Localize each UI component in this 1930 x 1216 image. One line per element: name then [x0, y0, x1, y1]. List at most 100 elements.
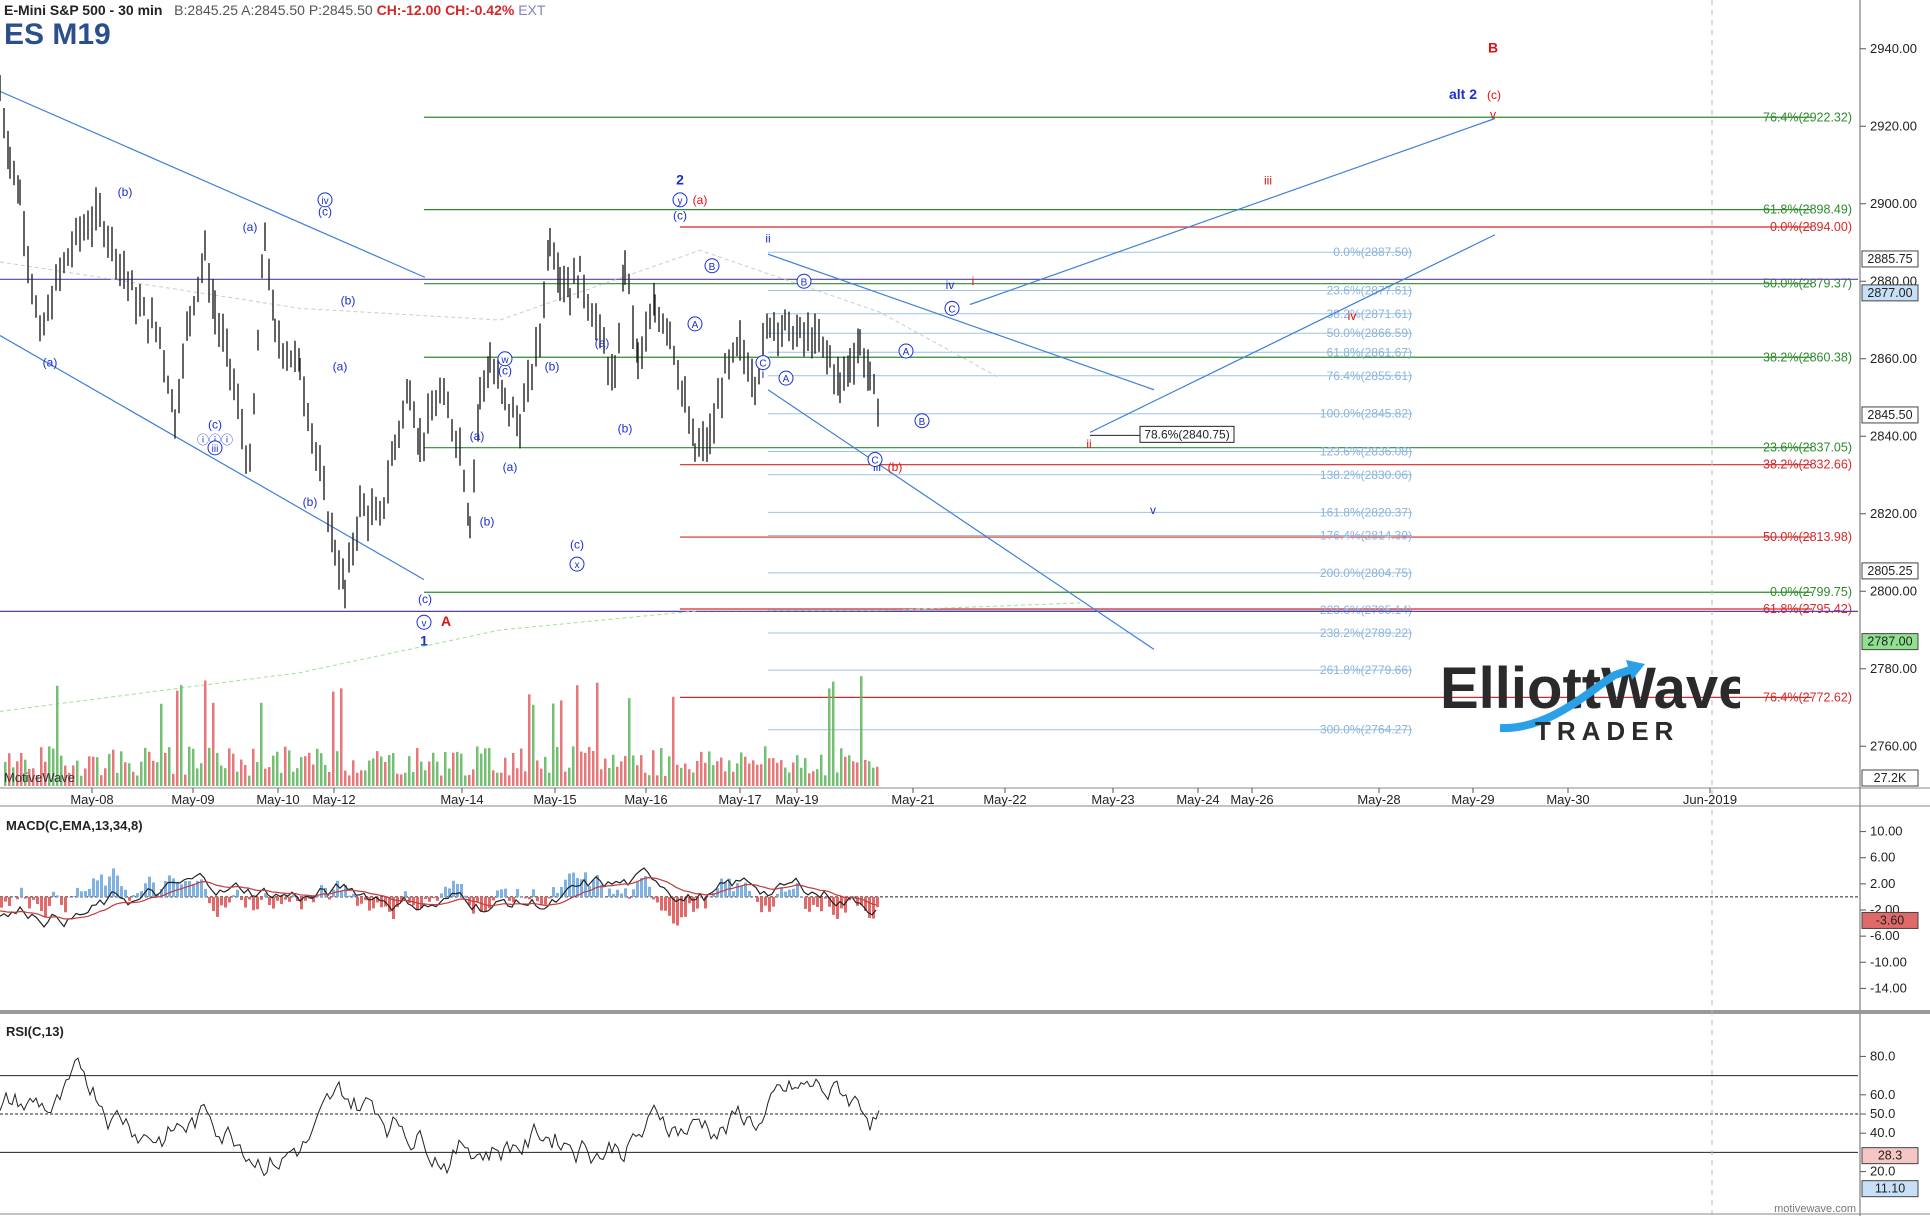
wave-label: (c): [673, 208, 687, 222]
macd-histogram-bar: [652, 896, 655, 900]
circled-wave-label: v: [422, 618, 427, 629]
volume-bar: [616, 766, 619, 786]
rsi-marker-low-label: 11.10: [1875, 1182, 1905, 1196]
macd-histogram-bar: [804, 896, 807, 909]
motivewave-url: motivewave.com: [1774, 1203, 1856, 1215]
wave-label: (a): [503, 460, 518, 474]
macd-histogram-bar: [220, 896, 223, 906]
macd-histogram-bar: [44, 896, 47, 918]
macd-histogram-bar: [808, 896, 811, 912]
volume-bar: [164, 752, 167, 786]
x-axis-tick-label: May-16: [624, 792, 667, 807]
volume-bar: [232, 753, 235, 786]
macd-histogram-bar: [248, 896, 251, 900]
volume-bar: [396, 773, 399, 786]
volume-bar: [592, 750, 595, 786]
wave-label: iv: [1348, 309, 1357, 323]
volume-bar: [680, 767, 683, 786]
volume-bar: [144, 747, 147, 786]
volume-bar: [444, 752, 447, 786]
volume-bar: [112, 749, 115, 786]
rsi-axis-label: 80.0: [1870, 1048, 1895, 1063]
x-axis-tick-label: Jun-2019: [1683, 792, 1737, 807]
volume-bar: [492, 770, 495, 786]
macd-histogram-bar: [276, 896, 279, 901]
price-marker-label: 2845.50: [1867, 408, 1912, 422]
fib-label-blue: 223.6%(2795.14): [1320, 603, 1412, 617]
wave-label: 2: [676, 171, 684, 187]
volume-bar: [136, 775, 139, 786]
macd-histogram-bar: [788, 889, 791, 897]
trend-channel-line: [0, 90, 426, 278]
volume-bar: [220, 765, 223, 786]
macd-histogram-bar: [496, 890, 499, 897]
volume-bar: [596, 682, 599, 786]
macd-histogram-bar: [48, 896, 51, 906]
macd-histogram-bar: [532, 889, 535, 897]
macd-histogram-bar: [240, 896, 243, 901]
macd-histogram-bar: [56, 895, 59, 897]
wave-label: (a): [43, 356, 58, 370]
price-marker-label: 2787.00: [1867, 635, 1912, 649]
macd-histogram-bar: [172, 878, 175, 897]
wave-label: (b): [303, 495, 318, 509]
macd-histogram-bar: [268, 896, 271, 906]
volume-bar: [644, 772, 647, 786]
volume-bar: [560, 700, 563, 786]
circled-wave-label: w: [500, 355, 509, 366]
volume-bar: [244, 765, 247, 786]
macd-histogram-bar: [720, 878, 723, 897]
macd-histogram-bar: [876, 896, 879, 908]
macd-histogram-bar: [612, 893, 615, 897]
volume-bar: [876, 766, 879, 786]
macd-histogram-bar: [872, 896, 875, 919]
wave-label: i: [972, 274, 975, 288]
macd-histogram-bar: [508, 896, 511, 901]
volume-bar: [372, 758, 375, 786]
macd-axis-label: -6.00: [1870, 928, 1900, 943]
macd-histogram-bar: [212, 896, 215, 911]
volume-bar: [756, 764, 759, 786]
macd-histogram-bar: [492, 896, 495, 901]
volume-bar: [360, 770, 363, 786]
wave-label: alt 2: [1449, 86, 1477, 102]
x-axis-tick-label: May-12: [312, 792, 355, 807]
volume-bar: [288, 750, 291, 786]
volume-bar: [260, 702, 263, 786]
price-axis-tick-label: 2760.00: [1870, 738, 1917, 753]
volume-bar: [856, 762, 859, 786]
volume-bar: [188, 746, 191, 786]
volume-bar: [240, 759, 243, 786]
volume-bar: [108, 753, 111, 786]
fib-label-red: 0.0%(2894.00): [1770, 220, 1852, 234]
volume-bar: [532, 704, 535, 786]
macd-histogram-bar: [236, 889, 239, 897]
wave-label: A: [441, 613, 451, 629]
volume-bar: [672, 696, 675, 786]
fib-label-blue: 100.0%(2845.82): [1320, 407, 1412, 421]
macd-histogram-bar: [424, 896, 427, 900]
volume-bar: [728, 760, 731, 786]
wave-label: (a): [243, 220, 258, 234]
volume-bar: [520, 748, 523, 786]
macd-histogram-bar: [328, 896, 331, 900]
volume-bar: [376, 751, 379, 786]
fib-label-blue: 138.2%(2830.06): [1320, 468, 1412, 482]
fib-label-blue: 38.2%(2871.61): [1327, 307, 1412, 321]
volume-bar: [428, 761, 431, 786]
macd-histogram-bar: [356, 896, 359, 906]
macd-histogram-bar: [52, 891, 55, 897]
macd-histogram-bar: [352, 893, 355, 897]
volume-bar: [256, 762, 259, 786]
x-axis-tick-label: May-29: [1451, 792, 1494, 807]
fib-label-green: 76.4%(2922.32): [1763, 110, 1852, 124]
wave-label: v: [1490, 108, 1496, 122]
macd-axis-label: 6.00: [1870, 850, 1895, 865]
volume-bar: [548, 772, 551, 786]
volume-bar: [156, 762, 159, 786]
macd-histogram-bar: [288, 896, 291, 902]
macd-histogram-bar: [120, 886, 123, 897]
wave-label: (b): [341, 294, 356, 308]
volume-bar: [552, 703, 555, 786]
volume-bar: [84, 768, 87, 786]
